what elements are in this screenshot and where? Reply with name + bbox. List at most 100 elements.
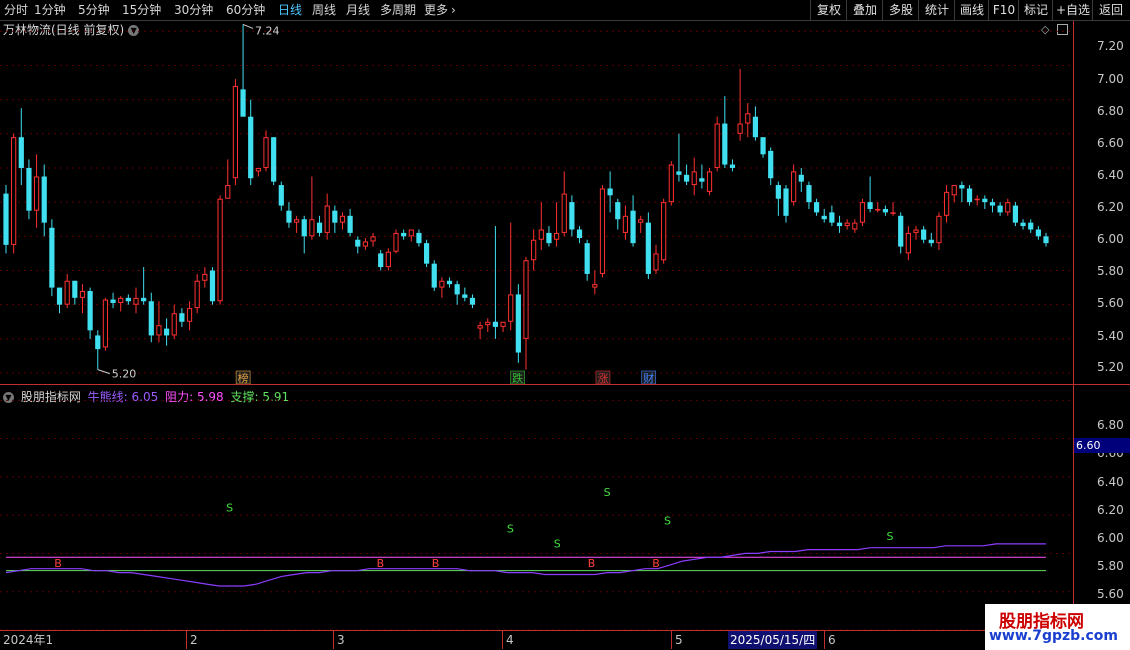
candle-body	[714, 123, 720, 168]
price-tick: 6.40	[1097, 168, 1124, 182]
candle-body	[599, 188, 606, 274]
f10-button[interactable]: F10	[988, 0, 1019, 20]
candle-body	[1012, 205, 1019, 223]
multi-stock-button[interactable]: 多股	[882, 0, 919, 20]
date-label: 5	[671, 631, 683, 649]
candle-body	[232, 85, 239, 179]
candle-body	[72, 280, 78, 298]
candle-body	[11, 137, 17, 245]
candle-body	[248, 116, 254, 179]
candle-body	[798, 174, 804, 182]
candle-body	[454, 284, 460, 295]
candle-body	[622, 215, 629, 233]
candle-body	[416, 232, 422, 244]
mark-button[interactable]: 标记	[1018, 0, 1053, 20]
period-tab-more[interactable]: 更多 ›	[424, 2, 456, 18]
candle-body	[668, 164, 674, 203]
candle-body	[661, 202, 667, 261]
stats-button[interactable]: 统计	[918, 0, 955, 20]
candle-body	[1028, 222, 1034, 230]
add-watchlist-button[interactable]: +自选	[1052, 0, 1093, 20]
sell-signal: S	[604, 486, 611, 499]
date-label: 2	[186, 631, 198, 649]
candle-body	[141, 297, 147, 302]
period-tab-multi[interactable]: 多周期	[380, 2, 416, 18]
candle-body	[26, 167, 32, 211]
indicator-tick: 5.80	[1097, 559, 1124, 573]
candle-body	[553, 232, 560, 240]
candle-body	[1005, 202, 1011, 213]
candle-body	[607, 188, 613, 196]
candle-body	[49, 227, 55, 288]
draw-line-button[interactable]: 画线	[954, 0, 989, 20]
period-tab-timeshare[interactable]: 分时	[4, 2, 28, 18]
candle-body	[928, 239, 934, 244]
period-tab-1min[interactable]: 1分钟	[34, 2, 66, 18]
candle-body	[768, 150, 774, 179]
candle-body	[118, 297, 124, 303]
buy-signal: B	[652, 557, 660, 570]
candle-body	[148, 301, 154, 336]
candle-body	[209, 270, 216, 302]
period-tab-15min[interactable]: 15分钟	[122, 2, 161, 18]
candle-body	[171, 313, 177, 336]
candle-body	[508, 294, 514, 322]
candle-body	[347, 215, 353, 233]
candle-body	[439, 280, 445, 288]
candle-body	[324, 205, 330, 233]
price-tick: 7.00	[1097, 72, 1124, 86]
adjust-button[interactable]: 复权	[810, 0, 847, 20]
candle-body	[378, 253, 384, 268]
date-label: 4	[502, 631, 514, 649]
candle-body	[286, 210, 292, 223]
high-pointer	[242, 23, 254, 29]
period-tab-30min[interactable]: 30分钟	[174, 2, 213, 18]
candle-body	[179, 313, 185, 322]
overlay-button[interactable]: 叠加	[846, 0, 883, 20]
buy-signal: B	[54, 557, 62, 570]
candle-body	[1035, 229, 1041, 237]
candle-body	[951, 185, 957, 196]
candle-body	[722, 123, 728, 165]
back-button[interactable]: 返回	[1092, 0, 1129, 20]
candle-body	[989, 202, 996, 206]
candle-body	[217, 198, 223, 302]
candle-body	[882, 208, 889, 213]
candle-body	[255, 167, 261, 172]
candle-body	[867, 202, 873, 209]
candle-body	[408, 229, 414, 237]
buy-signal: B	[377, 557, 385, 570]
candle-body	[538, 229, 544, 240]
candle-body	[523, 260, 529, 339]
price-tick: 6.00	[1097, 232, 1124, 246]
period-tab-daily[interactable]: 日线	[278, 2, 302, 18]
watermark-url: www.7gpzb.com	[989, 628, 1119, 644]
price-tick: 6.20	[1097, 200, 1124, 214]
period-tab-monthly[interactable]: 月线	[346, 2, 370, 18]
candle-body	[676, 171, 682, 175]
indicator-chart[interactable]: S S S S S S B B B B B	[0, 385, 1074, 630]
price-tick: 6.80	[1097, 104, 1124, 118]
candle-body	[898, 215, 904, 247]
candle-body	[401, 232, 407, 237]
candle-body	[852, 222, 858, 230]
candle-body	[844, 222, 850, 227]
candle-body	[477, 325, 483, 329]
more-label: 更多	[424, 3, 449, 17]
date-cursor: 2025/05/15/四	[728, 631, 818, 649]
period-tab-weekly[interactable]: 周线	[312, 2, 336, 18]
candlestick-chart[interactable]: 7.245.20 榜跌涨财	[0, 21, 1074, 385]
candle-body	[913, 229, 919, 233]
buy-signal: B	[588, 557, 596, 570]
candle-body	[316, 222, 323, 233]
candle-body	[760, 137, 766, 155]
candle-body	[423, 243, 430, 264]
candle-body	[225, 185, 231, 199]
candle-body	[3, 193, 9, 245]
candle-body	[500, 321, 506, 327]
candle-body	[33, 176, 40, 211]
indicator-tick: 5.60	[1097, 587, 1124, 601]
price-tick: 6.60	[1097, 136, 1124, 150]
period-tab-60min[interactable]: 60分钟	[226, 2, 265, 18]
period-tab-5min[interactable]: 5分钟	[78, 2, 110, 18]
